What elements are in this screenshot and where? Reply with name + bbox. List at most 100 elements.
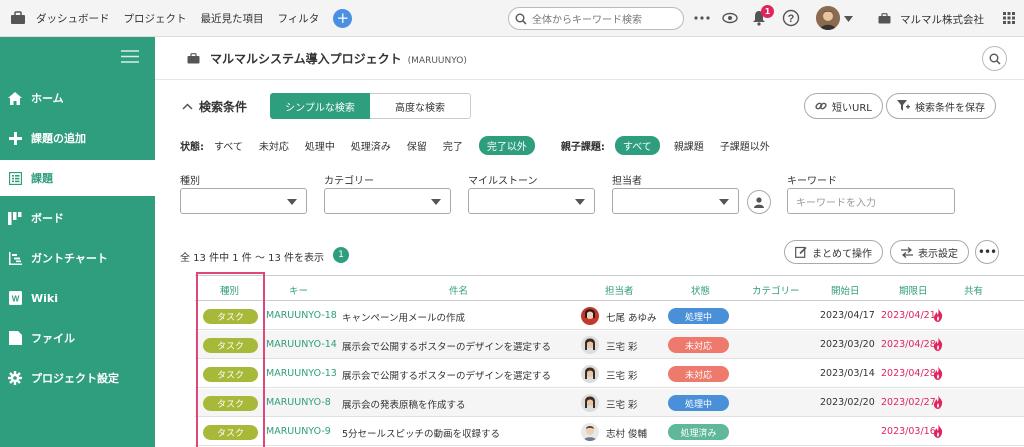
search-conditions-title: 検索条件 xyxy=(199,100,248,114)
status-option-closed[interactable]: 完了 xyxy=(443,138,463,153)
app-grid-icon[interactable] xyxy=(1003,12,1015,24)
nav-filter[interactable]: フィルタ xyxy=(278,11,320,26)
overdue-fire-icon xyxy=(933,395,943,409)
status-filter-label: 状態: xyxy=(180,141,204,153)
status-option-open[interactable]: 未対応 xyxy=(259,138,289,153)
sidebar-item-gantt[interactable]: ガントチャート xyxy=(0,240,155,276)
search-icon xyxy=(515,13,527,25)
start-date: 2023/02/20 xyxy=(820,397,875,408)
user-avatar[interactable] xyxy=(816,6,840,30)
issue-subject-link[interactable]: 展示会の発表原稿を作成する xyxy=(342,397,466,411)
chevron-down-icon[interactable] xyxy=(844,16,853,22)
project-search-button[interactable] xyxy=(982,46,1007,71)
bulk-action-button[interactable]: まとめて操作 xyxy=(784,240,883,264)
status-option-pending[interactable]: 保留 xyxy=(407,138,427,153)
parent-option-not-child[interactable]: 子課題以外 xyxy=(720,138,770,153)
tab-advanced-search[interactable]: 高度な検索 xyxy=(370,93,471,119)
status-badge: 処理中 xyxy=(668,308,729,324)
column-key[interactable]: キー xyxy=(289,283,308,297)
svg-text:W: W xyxy=(11,295,19,304)
help-icon[interactable]: ? xyxy=(782,9,800,27)
more-options-button[interactable]: ••• xyxy=(975,240,999,264)
status-option-not-closed[interactable]: 完了以外 xyxy=(478,135,535,155)
display-settings-button[interactable]: 表示設定 xyxy=(890,240,969,264)
column-status[interactable]: 状態 xyxy=(691,283,710,297)
avatar xyxy=(581,365,599,383)
status-option-all[interactable]: すべて xyxy=(214,138,243,153)
issue-key-link[interactable]: MARUUNYO-9 xyxy=(266,426,331,437)
category-select[interactable] xyxy=(324,188,451,214)
table-row[interactable]: タスク MARUUNYO-14 展示会で公開するポスターのデザインを選定する 三… xyxy=(195,331,1024,359)
assignee-name: 七尾 あゆみ xyxy=(606,313,657,324)
issue-key-link[interactable]: MARUUNYO-8 xyxy=(266,397,331,408)
table-row[interactable]: タスク MARUUNYO-18 キャンペーン用メールの作成 七尾 あゆみ 処理中… xyxy=(195,302,1024,330)
filter-save-icon xyxy=(897,100,910,111)
issue-subject-link[interactable]: 展示会で公開するポスターのデザインを選定する xyxy=(342,339,551,353)
issue-subject-link[interactable]: 5分セールスピッチの動画を収録する xyxy=(342,426,500,440)
link-icon xyxy=(815,102,827,110)
project-title[interactable]: マルマルシステム導入プロジェクト (MARUUNYO) xyxy=(210,50,467,67)
nav-projects[interactable]: プロジェクト xyxy=(124,11,187,26)
result-count: 全 13 件中 1 件 〜 13 件を表示 xyxy=(180,253,325,264)
table-row[interactable]: タスク MARUUNYO-9 5分セールスピッチの動画を収録する 志村 俊輔 処… xyxy=(195,418,1024,446)
column-subject[interactable]: 件名 xyxy=(449,283,468,297)
sidebar-item-project-settings[interactable]: プロジェクト設定 xyxy=(0,360,155,396)
save-condition-label: 検索条件を保存 xyxy=(915,102,985,114)
issue-subject-link[interactable]: キャンペーン用メールの作成 xyxy=(342,310,465,324)
assign-myself-button[interactable] xyxy=(747,190,771,214)
parent-option-parent[interactable]: 親課題 xyxy=(674,138,704,153)
column-start-date[interactable]: 開始日 xyxy=(831,283,860,297)
search-conditions-toggle[interactable]: 検索条件 xyxy=(182,98,247,115)
short-url-button[interactable]: 短いURL xyxy=(804,93,883,119)
sidebar-item-home[interactable]: ホーム xyxy=(0,80,155,116)
tab-simple-search[interactable]: シンプルな検索 xyxy=(270,93,370,119)
type-select[interactable] xyxy=(180,188,307,214)
eye-icon[interactable] xyxy=(722,12,738,24)
parent-option-all[interactable]: すべて xyxy=(614,135,660,155)
avatar xyxy=(581,423,599,441)
status-option-in-progress[interactable]: 処理中 xyxy=(305,138,335,153)
page-badge[interactable]: 1 xyxy=(333,247,349,263)
briefcase-icon[interactable] xyxy=(10,11,26,25)
sidebar-item-board[interactable]: ボード xyxy=(0,200,155,236)
due-date: 2023/04/21 xyxy=(881,310,936,321)
project-header: マルマルシステム導入プロジェクト (MARUUNYO) xyxy=(155,37,1024,80)
sidebar-item-add-issue[interactable]: 課題の追加 xyxy=(0,120,155,156)
assignee-field-label: 担当者 xyxy=(612,176,642,187)
issue-key-link[interactable]: MARUUNYO-14 xyxy=(266,339,337,350)
sidebar-item-issues[interactable]: 課題 xyxy=(0,160,155,196)
avatar xyxy=(581,394,599,412)
company-name[interactable]: マルマル株式会社 xyxy=(900,12,984,27)
table-row[interactable]: タスク MARUUNYO-8 展示会の発表原稿を作成する 三宅 彩 処理中 20… xyxy=(195,389,1024,417)
issue-key-link[interactable]: MARUUNYO-13 xyxy=(266,368,337,379)
keyword-input[interactable]: キーワードを入力 xyxy=(787,188,955,214)
search-placeholder: 全体からキーワード検索 xyxy=(532,15,642,26)
edit-icon xyxy=(795,246,807,258)
search-mode-tabs: シンプルな検索 高度な検索 xyxy=(270,93,471,119)
milestone-field-label: マイルストーン xyxy=(468,176,538,187)
assignee-select[interactable] xyxy=(612,188,739,214)
global-search-input[interactable]: 全体からキーワード検索 xyxy=(508,7,684,30)
due-date: 2023/03/16 xyxy=(881,426,936,437)
sidebar-item-files[interactable]: ファイル xyxy=(0,320,155,356)
plus-circle-icon[interactable]: + xyxy=(333,8,353,28)
type-field-label: 種別 xyxy=(180,176,200,187)
nav-dashboard[interactable]: ダッシュボード xyxy=(36,11,110,26)
issue-subject-link[interactable]: 展示会で公開するポスターのデザインを選定する xyxy=(342,368,551,382)
column-shared[interactable]: 共有 xyxy=(964,283,983,297)
keyword-field-label: キーワード xyxy=(787,176,837,187)
status-option-resolved[interactable]: 処理済み xyxy=(351,138,391,153)
column-category[interactable]: カテゴリー xyxy=(752,283,800,297)
menu-collapse-icon[interactable] xyxy=(121,50,139,63)
more-dots-icon[interactable] xyxy=(694,16,710,20)
nav-recent[interactable]: 最近見た項目 xyxy=(201,11,264,26)
save-condition-button[interactable]: 検索条件を保存 xyxy=(886,93,996,119)
status-badge: 処理済み xyxy=(668,424,729,440)
category-field-label: カテゴリー xyxy=(324,176,374,187)
milestone-select[interactable] xyxy=(468,188,595,214)
column-assignee[interactable]: 担当者 xyxy=(605,283,634,297)
column-due-date[interactable]: 期限日 xyxy=(899,283,928,297)
issue-key-link[interactable]: MARUUNYO-18 xyxy=(266,310,337,321)
table-row[interactable]: タスク MARUUNYO-13 展示会で公開するポスターのデザインを選定する 三… xyxy=(195,360,1024,388)
sidebar-item-wiki[interactable]: W Wiki xyxy=(0,280,155,316)
